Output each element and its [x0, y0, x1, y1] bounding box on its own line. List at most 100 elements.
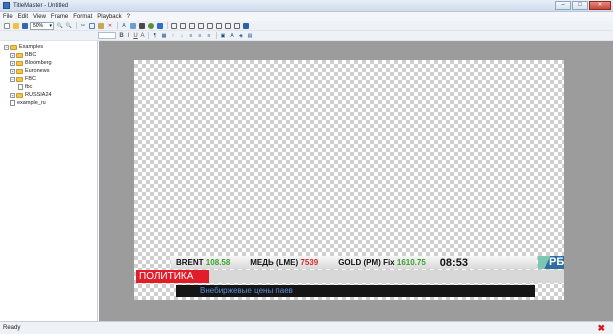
folder-icon [16, 52, 23, 58]
menu-format[interactable]: Format [73, 14, 92, 20]
align-center-icon[interactable]: ≡ [196, 32, 204, 40]
toolbar-separator [76, 22, 77, 29]
folder-icon [10, 44, 17, 50]
record-icon[interactable] [233, 22, 241, 30]
preview-canvas[interactable]: BRENT 108.58 МЕДЬ (LME) 7539 GOLD (PM) F… [134, 60, 564, 300]
underline-button[interactable]: U [132, 33, 139, 39]
quote-label: GOLD (PM) Fix [338, 258, 395, 267]
expand-icon[interactable]: + [10, 68, 15, 74]
tree-node-fbc-file[interactable]: fbc [0, 83, 97, 91]
font-size-input[interactable] [98, 32, 116, 39]
expand-icon[interactable]: + [10, 60, 15, 66]
italic-button[interactable]: I [125, 33, 132, 39]
tree-label: Euronews [25, 68, 50, 74]
bold-button[interactable]: B [118, 33, 125, 39]
paste-icon[interactable] [97, 22, 105, 30]
file-icon [10, 100, 15, 106]
align-left-icon[interactable]: ≡ [187, 32, 195, 40]
project-tree: − Examples + BBC + Bloomberg + Euronews … [0, 41, 98, 321]
copy-icon[interactable] [88, 22, 96, 30]
frame-first-icon[interactable] [170, 22, 178, 30]
category-label[interactable]: ПОЛИТИКА [136, 270, 209, 283]
frame-prev-icon[interactable] [179, 22, 187, 30]
menu-edit[interactable]: Edit [18, 14, 28, 20]
tree-node-euronews[interactable]: + Euronews [0, 67, 97, 75]
pause-icon[interactable] [215, 22, 223, 30]
tree-node-examples[interactable]: − Examples [0, 43, 97, 51]
output-icon[interactable] [242, 22, 250, 30]
zoom-in-icon[interactable]: 🔍 [56, 22, 64, 30]
collapse-icon[interactable]: − [4, 44, 9, 50]
toolbar-separator [216, 32, 217, 39]
menu-bar: File Edit View Frame Format Playback ? [0, 12, 613, 21]
category-strip [209, 270, 564, 283]
tree-node-fbc[interactable]: − FBC [0, 75, 97, 83]
folder-icon [16, 92, 23, 98]
expand-icon[interactable]: + [10, 92, 15, 98]
toolbar-separator [167, 22, 168, 29]
clock-time: 08:53 [439, 256, 468, 269]
tree-label: fbc [25, 84, 33, 90]
quote-gold: GOLD (PM) Fix 1610.75 [338, 258, 426, 267]
headline-bar[interactable]: Внебиржевые цены паев [176, 285, 535, 297]
text-format-icon[interactable]: ¶ [151, 32, 159, 40]
align-top-icon[interactable]: ↑ [169, 32, 177, 40]
zoom-out-icon[interactable]: 🔍 [65, 22, 73, 30]
minimize-button[interactable]: – [555, 1, 571, 10]
quote-value: 1610.75 [396, 258, 426, 267]
collapse-icon[interactable]: − [10, 76, 15, 82]
menu-playback[interactable]: Playback [97, 14, 121, 20]
open-folder-icon[interactable] [12, 22, 20, 30]
menu-file[interactable]: File [3, 14, 13, 20]
quote-label: МЕДЬ (LME) [250, 258, 299, 267]
effects-icon[interactable]: ◈ [237, 32, 245, 40]
folder-icon [16, 68, 23, 74]
error-icon[interactable]: ✖ [597, 324, 605, 333]
maximize-button[interactable]: □ [572, 1, 588, 10]
menu-view[interactable]: View [33, 14, 46, 20]
format-toolbar: B I U A ¶ ▦ ↑ ↓ ≡ ≡ ≡ ▣ A ◈ ▤ [0, 31, 613, 41]
stop-icon[interactable] [224, 22, 232, 30]
delete-icon[interactable]: ✕ [106, 22, 114, 30]
tree-label: FBC [25, 76, 36, 82]
toolbar-separator [117, 22, 118, 29]
zoom-select[interactable]: 50% [30, 21, 54, 30]
frame-next-icon[interactable] [188, 22, 196, 30]
frame-last-icon[interactable] [197, 22, 205, 30]
file-icon [18, 84, 23, 90]
expand-icon[interactable]: + [10, 52, 15, 58]
cut-icon[interactable]: ✂ [79, 22, 87, 30]
quote-value: 7539 [300, 258, 319, 267]
font-color-button[interactable]: A [139, 33, 146, 39]
align-right-icon[interactable]: ≡ [205, 32, 213, 40]
tree-node-russia24[interactable]: + RUSSIA24 [0, 91, 97, 99]
close-button[interactable]: ✕ [589, 1, 611, 10]
crawl-tool-icon[interactable] [138, 22, 146, 30]
menu-help[interactable]: ? [127, 14, 130, 20]
toolbar-separator [148, 32, 149, 39]
tree-label: RUSSIA24 [25, 92, 52, 98]
tree-node-example-ru[interactable]: example_ru [0, 99, 97, 107]
properties-icon[interactable]: ▣ [219, 32, 227, 40]
grid-icon[interactable]: ▦ [160, 32, 168, 40]
text-tool-icon[interactable]: A [120, 22, 128, 30]
tree-node-bloomberg[interactable]: + Bloomberg [0, 59, 97, 67]
layers-icon[interactable]: ▤ [246, 32, 254, 40]
quote-brent: BRENT 108.58 [176, 258, 230, 267]
status-bar: Ready ✖ [0, 321, 613, 334]
new-file-icon[interactable] [3, 22, 11, 30]
rbk-logo: РБК [538, 256, 564, 269]
menu-frame[interactable]: Frame [51, 14, 68, 20]
save-icon[interactable] [21, 22, 29, 30]
clock-tool-icon[interactable] [147, 22, 155, 30]
quote-label: BRENT [176, 258, 204, 267]
align-bottom-icon[interactable]: ↓ [178, 32, 186, 40]
ticker-tool-icon[interactable] [156, 22, 164, 30]
tree-label: example_ru [17, 100, 46, 106]
tree-label: Bloomberg [25, 60, 52, 66]
tree-node-bbc[interactable]: + BBC [0, 51, 97, 59]
image-tool-icon[interactable] [129, 22, 137, 30]
quotes-ticker[interactable]: BRENT 108.58 МЕДЬ (LME) 7539 GOLD (PM) F… [171, 256, 537, 269]
text-style-icon[interactable]: A [228, 32, 236, 40]
play-icon[interactable] [206, 22, 214, 30]
